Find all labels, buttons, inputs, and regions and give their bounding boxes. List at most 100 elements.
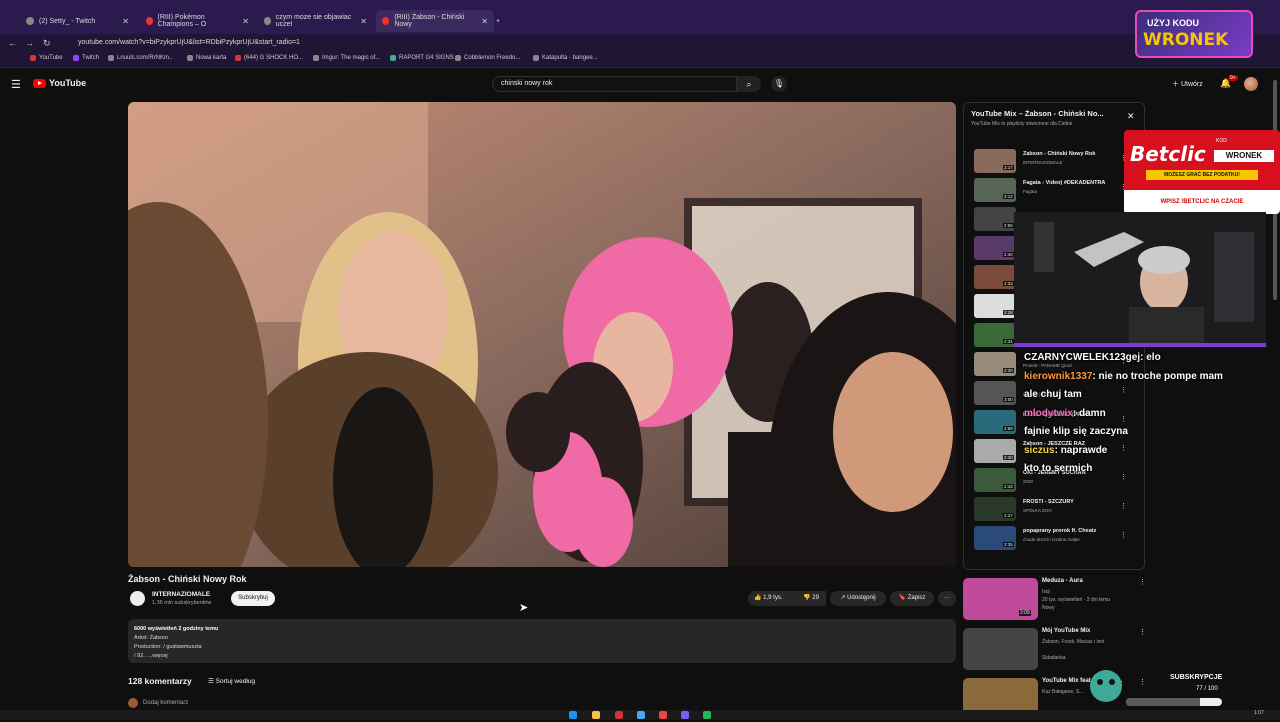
video-duration: 2:58: [1003, 426, 1014, 431]
subs-progress-fill: [1126, 698, 1200, 706]
video-duration: 3:12: [1003, 194, 1014, 199]
chat-text: nie no troche pompe mam: [1098, 370, 1223, 382]
mix-item-channel: 2020: [1023, 479, 1034, 484]
create-button[interactable]: ＋ Utwórz: [1172, 79, 1203, 89]
chat-text: ale chuj tam: [1024, 389, 1082, 400]
discord-icon[interactable]: [681, 711, 689, 719]
more-vert-icon[interactable]: ⋮: [1139, 628, 1146, 636]
browser-tab-search[interactable]: czym moze sie objawiac uczeI ✕: [258, 12, 373, 30]
video-duration: 2:31: [1003, 339, 1014, 344]
app-icon[interactable]: [637, 711, 645, 719]
betclic-ad-overlay: Betclic KOD WRONEK MOŻESZ GRAĆ BEZ PODAT…: [1124, 130, 1280, 214]
search-icon[interactable]: ⌕: [737, 76, 761, 92]
file-explorer-icon[interactable]: [592, 711, 600, 719]
mix-item-title: FROSTI - SZCZURY: [1023, 499, 1074, 505]
more-vert-icon[interactable]: ⋮: [1139, 578, 1146, 586]
save-button[interactable]: 🔖 Zapisz: [890, 591, 934, 606]
close-tab-icon[interactable]: ✕: [122, 17, 129, 26]
thumbs-down-icon: 👎: [803, 595, 811, 601]
app-icon[interactable]: [615, 711, 623, 719]
spotify-icon[interactable]: [703, 711, 711, 719]
share-button[interactable]: ↗ Udostępnij: [830, 591, 886, 606]
recommended-meta: Isqi 20 tys. wyświetleń · 3 dni temu Nowy: [1042, 589, 1111, 611]
chat-message: fajnie klip się zaczyna: [1024, 426, 1274, 437]
channel-name[interactable]: INTERNAZIOMALE: [152, 591, 210, 598]
bookmark-item[interactable]: Twitch: [73, 55, 99, 61]
chat-username: siczus: [1024, 444, 1055, 456]
recommended-meta: Żabson, Frosti, Macias i inni Składanka: [1042, 639, 1105, 661]
back-icon[interactable]: ←: [8, 38, 17, 48]
search-input[interactable]: chinski nowy rok: [492, 76, 737, 92]
dislike-button[interactable]: 👎 29: [796, 591, 826, 606]
bookmark-item[interactable]: (644) G SHOCK HO...: [235, 55, 303, 61]
bookmark-item[interactable]: RAPORT G4 SIGNS: [390, 55, 454, 61]
more-actions-button[interactable]: ···: [938, 591, 956, 606]
video-title: Żabson - Chiński Nowy Rok: [128, 574, 247, 584]
bookmark-item[interactable]: YouTube: [30, 55, 63, 61]
chat-text: elo: [1146, 352, 1161, 363]
user-avatar[interactable]: [1244, 77, 1258, 91]
mix-item-title: popaprany prorok ft. Cheatz: [1023, 528, 1097, 534]
mix-playlist-item[interactable]: 3:12Fagata - Video) #DEKADENTRAFagata⋮: [974, 178, 1134, 204]
youtube-logo[interactable]: YouTube: [33, 78, 86, 88]
subscribe-button[interactable]: Subskrybuj: [231, 591, 275, 606]
chat-message: ale chuj tam: [1024, 389, 1274, 400]
browser-icon[interactable]: [659, 711, 667, 719]
mix-title: YouTube Mix – Żabson - Chiński No...: [971, 109, 1104, 118]
hamburger-menu-icon[interactable]: ☰: [11, 78, 21, 91]
streamer-webcam: [1014, 212, 1266, 344]
bookmark-item[interactable]: Nowa karta: [187, 55, 226, 61]
bookmark-item[interactable]: Cobblemon Freedo...: [455, 55, 520, 61]
video-duration: 2:55: [1003, 223, 1014, 228]
mascot-icon: [1090, 670, 1122, 702]
video-duration: 3:00: [1003, 397, 1014, 402]
recommended-title: Mój YouTube Mix: [1042, 628, 1091, 634]
bookmark-item[interactable]: Katapulta - bangee...: [533, 55, 598, 61]
more-vert-icon[interactable]: ⋮: [1120, 531, 1127, 539]
mix-playlist-item[interactable]: 2:27 FROSTI - SZCZURY SPÓŁKA ZOO ⋮: [974, 497, 1134, 523]
browser-tab-pokemon[interactable]: (RIII) Pokémon Champions – O ✕: [140, 12, 255, 30]
video-duration: 2:35: [1003, 542, 1014, 547]
chat-message: CZARNYCWELEK123gej: elo: [1024, 352, 1161, 363]
show-more-link[interactable]: / 92.. ...więcej: [134, 652, 950, 661]
forward-icon[interactable]: →: [25, 38, 34, 48]
taskbar-clock: 1:07: [1254, 710, 1264, 716]
close-tab-icon[interactable]: ✕: [360, 17, 367, 26]
video-duration: 2:33: [1003, 281, 1014, 286]
mix-playlist-item[interactable]: 2:17 Żabson - Chiński Nowy Rok INTERNAZIOM…: [974, 149, 1134, 175]
browser-tab-active[interactable]: (RIII) Żabson - Chiński Nowy ✕: [376, 10, 494, 32]
chat-username: kierownik1337: [1024, 370, 1093, 382]
chat-message: kierownik1337: nie no troche pompe mam: [1024, 370, 1223, 382]
url-field[interactable]: youtube.com/watch?v=biPzykprUjU&list=RDb…: [64, 36, 1124, 49]
tab-favicon-icon: [146, 17, 153, 25]
channel-avatar[interactable]: [130, 591, 145, 606]
mix-subtitle: YouTube Mix to playlisty stworzone dla C…: [971, 121, 1073, 127]
thumbs-up-icon: 👍: [754, 595, 762, 601]
recommended-video[interactable]: 2:09 Meduza - Aura Isqi 20 tys. wyświetleń …: [963, 578, 1153, 622]
video-description[interactable]: 6000 wyświetleń 2 godziny temu Artist: Ż…: [128, 619, 956, 663]
close-tab-icon[interactable]: ✕: [242, 17, 249, 26]
subscription-goal-widget: SUBSKRYPCJE 77 / 100: [1086, 664, 1226, 710]
new-tab-button[interactable]: +: [496, 12, 510, 30]
video-duration: 2:40: [1003, 252, 1014, 257]
tab-favicon-icon: [26, 17, 34, 25]
video-player[interactable]: [128, 102, 956, 567]
mix-item-channel: chude drezdi i lszalna małpe: [1023, 537, 1080, 542]
browser-tab-twitch[interactable]: (2) Setty_ - Twitch ✕: [20, 12, 135, 30]
close-icon[interactable]: ✕: [1127, 111, 1135, 122]
mix-item-channel: Fagata: [1023, 189, 1038, 194]
more-vert-icon[interactable]: ⋮: [1120, 473, 1127, 481]
mix-playlist-item[interactable]: 2:35 popaprany prorok ft. Cheatz chude dre…: [974, 526, 1134, 552]
bookmark-item[interactable]: Lnuuls.com/RrNKm..: [108, 55, 172, 61]
bookmark-item[interactable]: Imgur: The magic of...: [313, 55, 380, 61]
windows-start-icon[interactable]: [569, 711, 577, 719]
add-comment-field[interactable]: Dodaj komentarz: [128, 698, 188, 708]
video-duration: 2:30: [1003, 455, 1014, 460]
comments-count: 128 komentarzy: [128, 676, 192, 686]
mix-item-channel: INTERNAZIOMALE: [1023, 160, 1063, 165]
more-vert-icon[interactable]: ⋮: [1120, 502, 1127, 510]
microphone-icon[interactable]: 🎙: [771, 76, 787, 92]
close-tab-icon[interactable]: ✕: [481, 17, 488, 26]
reload-icon[interactable]: ↻: [43, 38, 51, 49]
sort-comments-button[interactable]: ☰ Sortuj według: [208, 677, 255, 685]
